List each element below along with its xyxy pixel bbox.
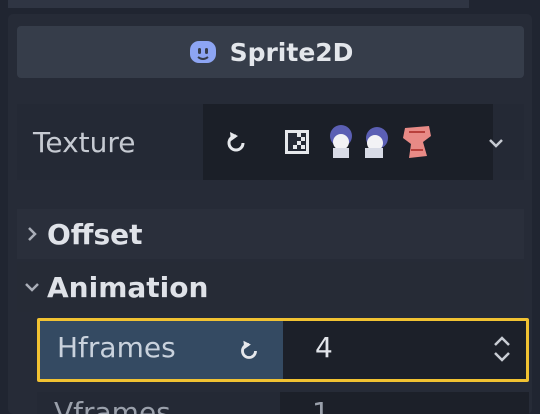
- section-animation-label: Animation: [47, 270, 209, 304]
- texture-property: Texture: [17, 104, 524, 180]
- vframes-spinbox[interactable]: 1: [280, 392, 529, 414]
- sprite2d-icon: [189, 41, 216, 63]
- section-offset-label: Offset: [47, 217, 143, 251]
- node-header: Sprite2D: [17, 26, 524, 78]
- chevron-down-icon: [17, 280, 47, 294]
- hframes-property: Hframes 4: [37, 318, 529, 382]
- chevron-down-icon[interactable]: [487, 136, 505, 150]
- vframes-label: Vframes: [54, 396, 171, 414]
- section-animation[interactable]: Animation: [17, 262, 524, 312]
- texture-label: Texture: [33, 126, 136, 159]
- hframes-label-cell: Hframes: [40, 321, 283, 379]
- inspector-window: Sprite2D Texture Offset Animation Hframe…: [0, 0, 540, 414]
- reset-icon[interactable]: [235, 337, 263, 365]
- checker-icon: [285, 130, 309, 154]
- spinner-arrows-icon[interactable]: [492, 333, 512, 365]
- hframes-value[interactable]: 4: [315, 331, 333, 364]
- sprite-sheet-preview[interactable]: [327, 122, 455, 162]
- hframes-label: Hframes: [57, 331, 176, 364]
- toolbar-strip: [8, 0, 469, 8]
- hframes-spinbox[interactable]: 4: [283, 321, 526, 379]
- chevron-right-icon: [17, 226, 47, 242]
- reset-icon[interactable]: [221, 128, 251, 158]
- section-offset[interactable]: Offset: [17, 209, 524, 259]
- vframes-value[interactable]: 1: [312, 396, 330, 414]
- node-title: Sprite2D: [229, 37, 354, 67]
- vframes-label-cell: Vframes: [37, 392, 280, 414]
- vframes-property: Vframes 1: [37, 392, 529, 414]
